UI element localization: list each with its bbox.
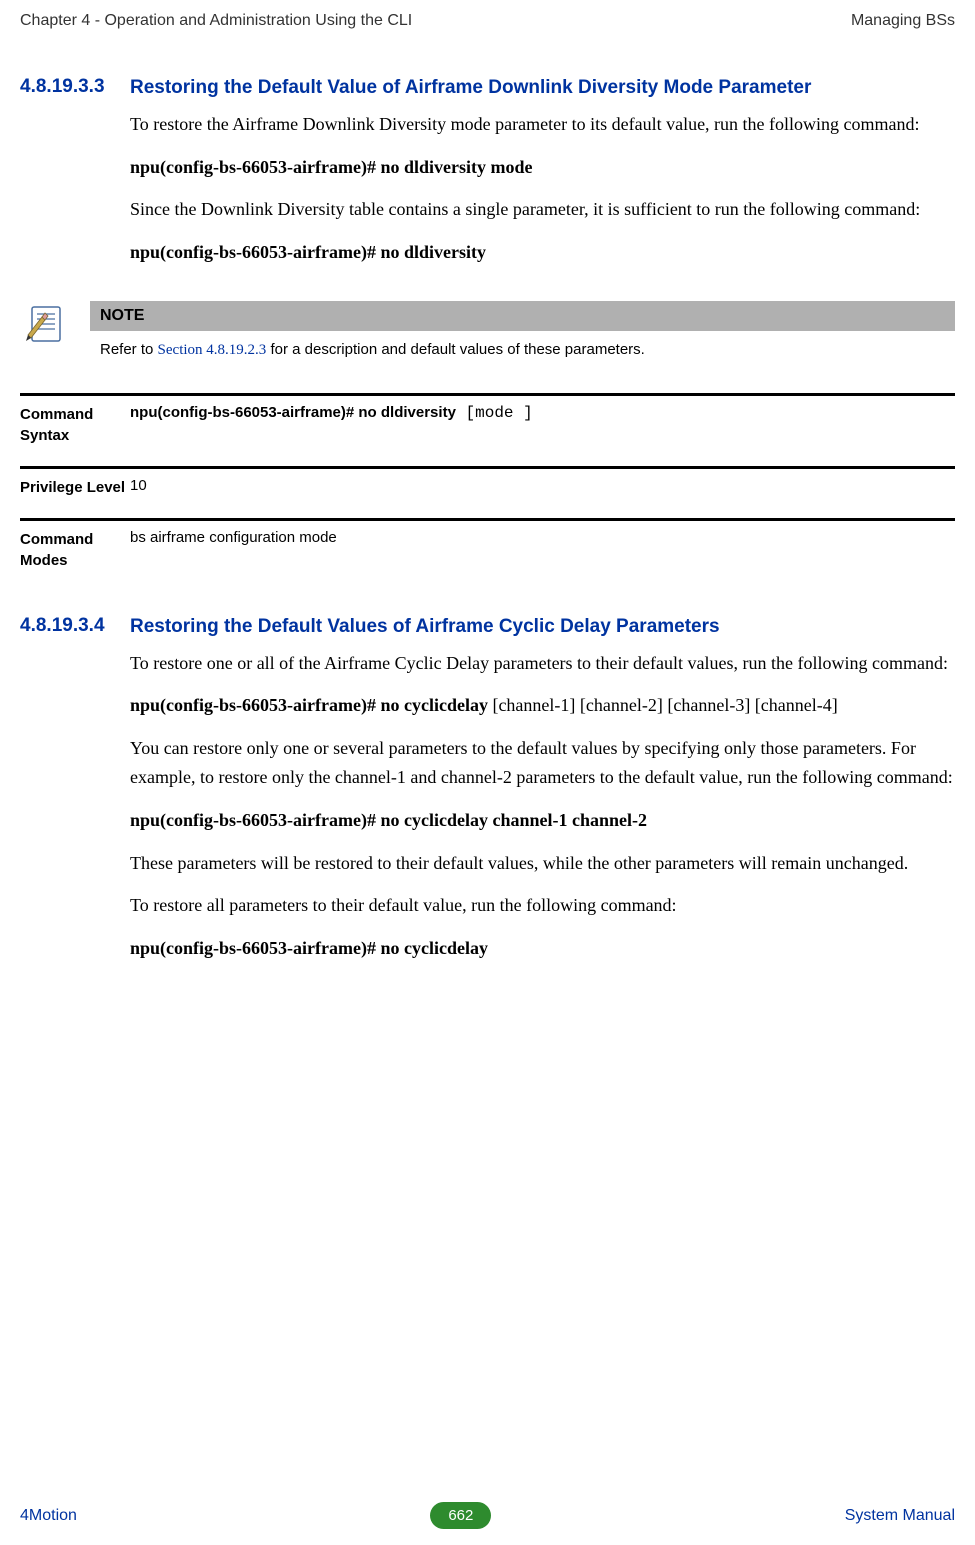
note-right: NOTE Refer to Section 4.8.19.2.3 for a d… (90, 301, 955, 365)
def-row-privilege-level: Privilege Level 10 (20, 466, 955, 518)
def-row-command-modes: Command Modes bs airframe configuration … (20, 518, 955, 591)
header-left: Chapter 4 - Operation and Administration… (20, 12, 412, 30)
paragraph: To restore the Airframe Downlink Diversi… (130, 110, 955, 139)
command-line: npu(config-bs-66053-airframe)# no dldive… (130, 153, 955, 182)
command-line: npu(config-bs-66053-airframe)# no cyclic… (130, 806, 955, 835)
command-bold: npu(config-bs-66053-airframe)# no cyclic… (130, 695, 488, 715)
command-line: npu(config-bs-66053-airframe)# no dldive… (130, 238, 955, 267)
note-text-prefix: Refer to (100, 341, 158, 358)
section-number: 4.8.19.3.3 (20, 76, 130, 98)
page-content: 4.8.19.3.3 Restoring the Default Value o… (0, 36, 975, 977)
section-title: Restoring the Default Values of Airframe… (130, 615, 955, 639)
command-line: npu(config-bs-66053-airframe)# no cyclic… (130, 691, 955, 720)
section-body: Restoring the Default Value of Airframe … (130, 76, 955, 281)
note-icon-cell (20, 301, 90, 365)
section-title: Restoring the Default Value of Airframe … (130, 76, 955, 100)
def-row-command-syntax: Command Syntax npu(config-bs-66053-airfr… (20, 393, 955, 466)
paragraph: You can restore only one or several para… (130, 734, 955, 792)
definition-table: Command Syntax npu(config-bs-66053-airfr… (20, 393, 955, 591)
command-syntax-bold: npu(config-bs-66053-airframe)# no dldive… (130, 404, 456, 421)
command-line: npu(config-bs-66053-airframe)# no cyclic… (130, 934, 955, 963)
note-block: NOTE Refer to Section 4.8.19.2.3 for a d… (20, 301, 955, 365)
paragraph: To restore one or all of the Airframe Cy… (130, 649, 955, 678)
section-4-8-19-3-4: 4.8.19.3.4 Restoring the Default Values … (20, 615, 955, 977)
page-number: 662 (430, 1502, 491, 1529)
command-syntax-mono: [mode ] (456, 404, 533, 422)
def-label: Command Modes (20, 529, 130, 571)
page-header: Chapter 4 - Operation and Administration… (0, 0, 975, 36)
page-footer: 4Motion 662 System Manual (0, 1502, 975, 1529)
paragraph: Since the Downlink Diversity table conta… (130, 195, 955, 224)
note-link[interactable]: Section 4.8.19.2.3 (158, 342, 267, 358)
section-number: 4.8.19.3.4 (20, 615, 130, 637)
def-value: bs airframe configuration mode (130, 529, 955, 571)
note-text-suffix: for a description and default values of … (266, 341, 645, 358)
note-header: NOTE (90, 301, 955, 331)
section-num-col: 4.8.19.3.3 (20, 76, 130, 281)
section-body: Restoring the Default Values of Airframe… (130, 615, 955, 977)
note-icon (24, 303, 66, 345)
def-value: npu(config-bs-66053-airframe)# no dldive… (130, 404, 955, 446)
header-right: Managing BSs (851, 12, 955, 30)
footer-right: System Manual (845, 1507, 955, 1525)
paragraph: These parameters will be restored to the… (130, 849, 955, 878)
def-value: 10 (130, 477, 955, 498)
section-num-col: 4.8.19.3.4 (20, 615, 130, 977)
paragraph: To restore all parameters to their defau… (130, 891, 955, 920)
note-body: Refer to Section 4.8.19.2.3 for a descri… (90, 331, 955, 365)
def-label: Command Syntax (20, 404, 130, 446)
footer-left: 4Motion (20, 1507, 77, 1525)
def-label: Privilege Level (20, 477, 130, 498)
command-params: [channel-1] [channel-2] [channel-3] [cha… (488, 695, 838, 715)
section-4-8-19-3-3: 4.8.19.3.3 Restoring the Default Value o… (20, 76, 955, 281)
